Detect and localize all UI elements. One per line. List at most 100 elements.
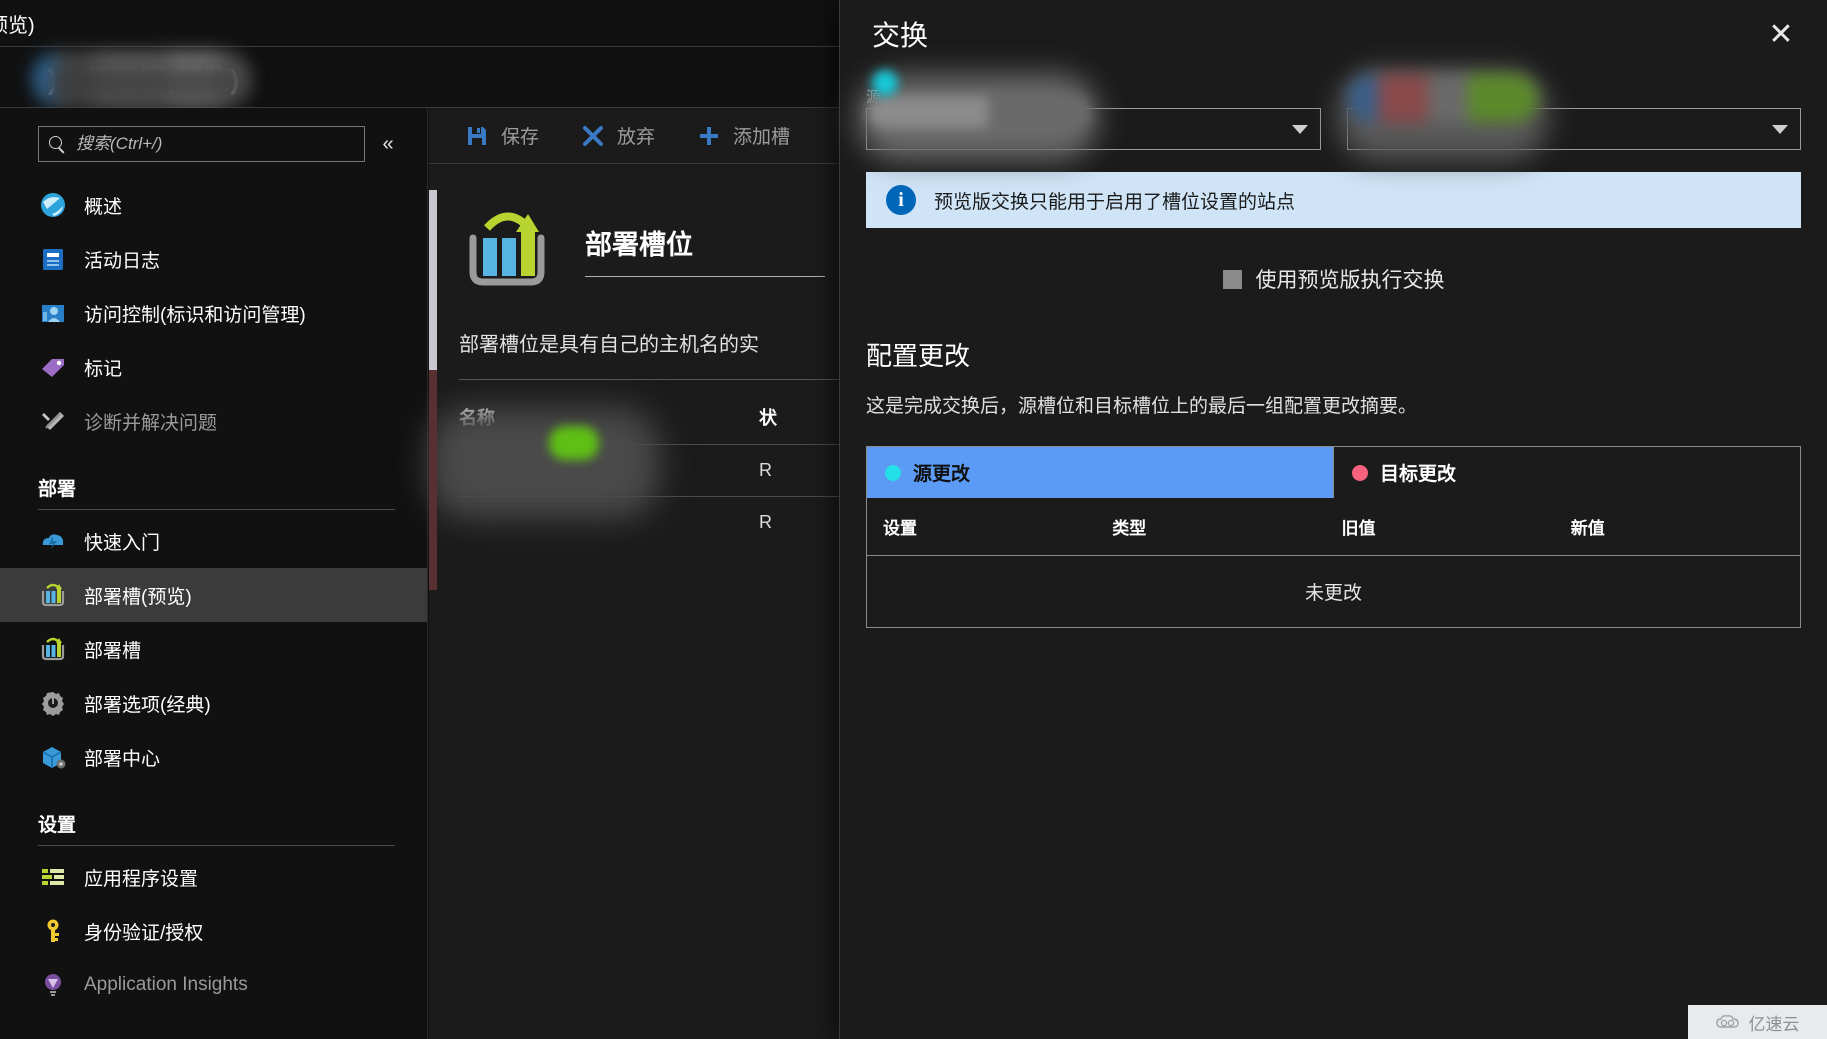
collapse-sidebar-button[interactable]: «: [371, 127, 405, 161]
cloud-icon: [1715, 1014, 1742, 1030]
perform-preview-swap-checkbox-row[interactable]: 使用预览版执行交换: [866, 264, 1801, 294]
sidebar-item-label: 部署槽(预览): [84, 586, 192, 608]
discard-label: 放弃: [617, 127, 656, 148]
app-root: 预览) ) - 部署槽(预览) «: [0, 0, 1827, 1039]
sidebar-item-label: 诊断并解决问题: [84, 412, 218, 434]
sidebar-item-activity-log[interactable]: 活动日志: [0, 232, 427, 286]
changes-table-empty-message: 未更改: [867, 555, 1800, 627]
tab-target-changes[interactable]: 目标更改: [1334, 447, 1800, 498]
sidebar-item-overview[interactable]: 概述: [0, 178, 427, 232]
page-title-bar: ) - 部署槽(预览): [0, 46, 840, 108]
column-header-old-value: 旧值: [1341, 519, 1376, 538]
key-icon: [38, 916, 68, 946]
deployment-slot-icon: [459, 202, 555, 298]
sidebar-item-quickstart[interactable]: 快速入门: [0, 514, 427, 568]
deployment-slot-icon: [38, 634, 68, 664]
blade-title: 交换: [872, 20, 929, 51]
sidebar-item-deployment-slots[interactable]: 部署槽: [0, 622, 427, 676]
sidebar-item-deployment-options-classic[interactable]: 部署选项(经典): [0, 676, 427, 730]
chevron-down-icon: [1291, 124, 1308, 134]
cell-status: R: [759, 512, 772, 532]
info-banner-text: 预览版交换只能用于启用了槽位设置的站点: [934, 191, 1296, 213]
redacted-slot-badge: [549, 426, 599, 460]
sidebar-item-access-control[interactable]: 访问控制(标识和访问管理): [0, 286, 427, 340]
sidebar-item-label: Application Insights: [84, 974, 248, 995]
breadcrumb-text: 预览): [0, 14, 35, 37]
redacted-resource-name-shadow: [44, 63, 244, 103]
changes-table-header: 设置 类型 旧值 新值: [867, 498, 1800, 555]
tab-source-changes[interactable]: 源更改: [867, 447, 1334, 498]
changes-tabs: 源更改 目标更改: [866, 446, 1801, 498]
sidebar-item-label: 部署槽: [84, 640, 142, 662]
app-insights-bulb-icon: [38, 970, 68, 1000]
blade-header: 交换 ✕: [840, 0, 1827, 68]
add-slot-label: 添加槽: [733, 127, 791, 148]
column-header-type: 类型: [1112, 519, 1147, 538]
redacted-slot-rows: [429, 408, 659, 518]
chevron-down-icon: [1772, 124, 1788, 134]
sidebar-item-label: 概述: [84, 196, 123, 218]
sidebar-group-divider: [38, 845, 395, 846]
column-header-setting: 设置: [883, 519, 917, 538]
close-icon[interactable]: ✕: [1761, 14, 1801, 54]
plus-icon: [697, 124, 721, 148]
scrollbar-thumb[interactable]: [429, 190, 437, 370]
sidebar-item-application-insights[interactable]: Application Insights: [0, 958, 427, 1012]
sidebar-group-title: 设置: [38, 815, 77, 836]
sidebar-item-label: 部署选项(经典): [84, 694, 211, 716]
config-changes-description: 这是完成交换后，源槽位和目标槽位上的最后一组配置更改摘要。: [866, 396, 1418, 417]
sidebar-item-label: 快速入门: [84, 532, 161, 554]
column-header-status: 状: [759, 408, 777, 428]
redacted-target-value-colors: [1348, 74, 1538, 122]
sidebar-group-divider: [38, 509, 395, 510]
config-changes-title: 配置更改: [866, 341, 971, 371]
sidebar-item-authentication[interactable]: 身份验证/授权: [0, 904, 427, 958]
add-slot-button[interactable]: 添加槽: [697, 122, 790, 149]
hero-title: 部署槽位: [585, 230, 693, 260]
save-icon: [465, 124, 489, 148]
activity-log-icon: [38, 244, 68, 274]
app-settings-icon: [38, 862, 68, 892]
sidebar-item-application-settings[interactable]: 应用程序设置: [0, 850, 427, 904]
hero-divider: [585, 276, 825, 277]
watermark: 亿速云: [1688, 1005, 1827, 1039]
sidebar-item-diagnose[interactable]: 诊断并解决问题: [0, 394, 427, 448]
access-control-icon: [38, 298, 68, 328]
preview-swap-info-banner: i 预览版交换只能用于启用了槽位设置的站点: [866, 172, 1801, 228]
deployment-slot-icon: [38, 580, 68, 610]
perform-preview-swap-checkbox[interactable]: [1222, 269, 1242, 289]
info-icon: i: [886, 185, 916, 215]
tag-icon: [38, 352, 68, 382]
hero-text: 部署槽位: [585, 223, 825, 277]
save-label: 保存: [501, 127, 540, 148]
search-box[interactable]: [38, 126, 365, 162]
wrench-icon: [38, 406, 68, 436]
watermark-text: 亿速云: [1748, 1014, 1800, 1034]
discard-button[interactable]: 放弃: [581, 122, 655, 149]
sidebar-item-label: 应用程序设置: [84, 868, 199, 890]
sidebar-item-label: 部署中心: [84, 748, 161, 770]
blade-content: 源 i 预览: [840, 68, 1827, 628]
changes-table: 设置 类型 旧值 新值 未更改: [866, 498, 1801, 628]
column-header-new-value: 新值: [1570, 519, 1605, 538]
search-input[interactable]: [76, 134, 354, 154]
redacted-source-icon: [872, 70, 898, 96]
sidebar-item-label: 身份验证/授权: [84, 922, 204, 944]
sidebar-item-label: 访问控制(标识和访问管理): [84, 304, 306, 326]
tab-target-label: 目标更改: [1380, 464, 1457, 485]
source-dot-icon: [885, 464, 901, 481]
tab-source-label: 源更改: [913, 464, 971, 485]
breadcrumb: 预览): [0, 0, 840, 46]
redacted-source-value-inner: [868, 96, 1090, 128]
swap-blade: 交换 ✕ 源: [839, 0, 1827, 1039]
sidebar-item-deployment-center[interactable]: 部署中心: [0, 730, 427, 784]
overview-globe-icon: [38, 190, 68, 220]
quickstart-cloud-icon: [38, 526, 68, 556]
deployment-center-box-icon: [38, 742, 68, 772]
save-button[interactable]: 保存: [465, 122, 539, 149]
sidebar-search-row: «: [0, 108, 427, 172]
sidebar-item-tags[interactable]: 标记: [0, 340, 427, 394]
sidebar-item-deployment-slots-preview[interactable]: 部署槽(预览): [0, 568, 427, 622]
target-dot-icon: [1352, 464, 1368, 481]
perform-preview-swap-label: 使用预览版执行交换: [1255, 269, 1445, 292]
